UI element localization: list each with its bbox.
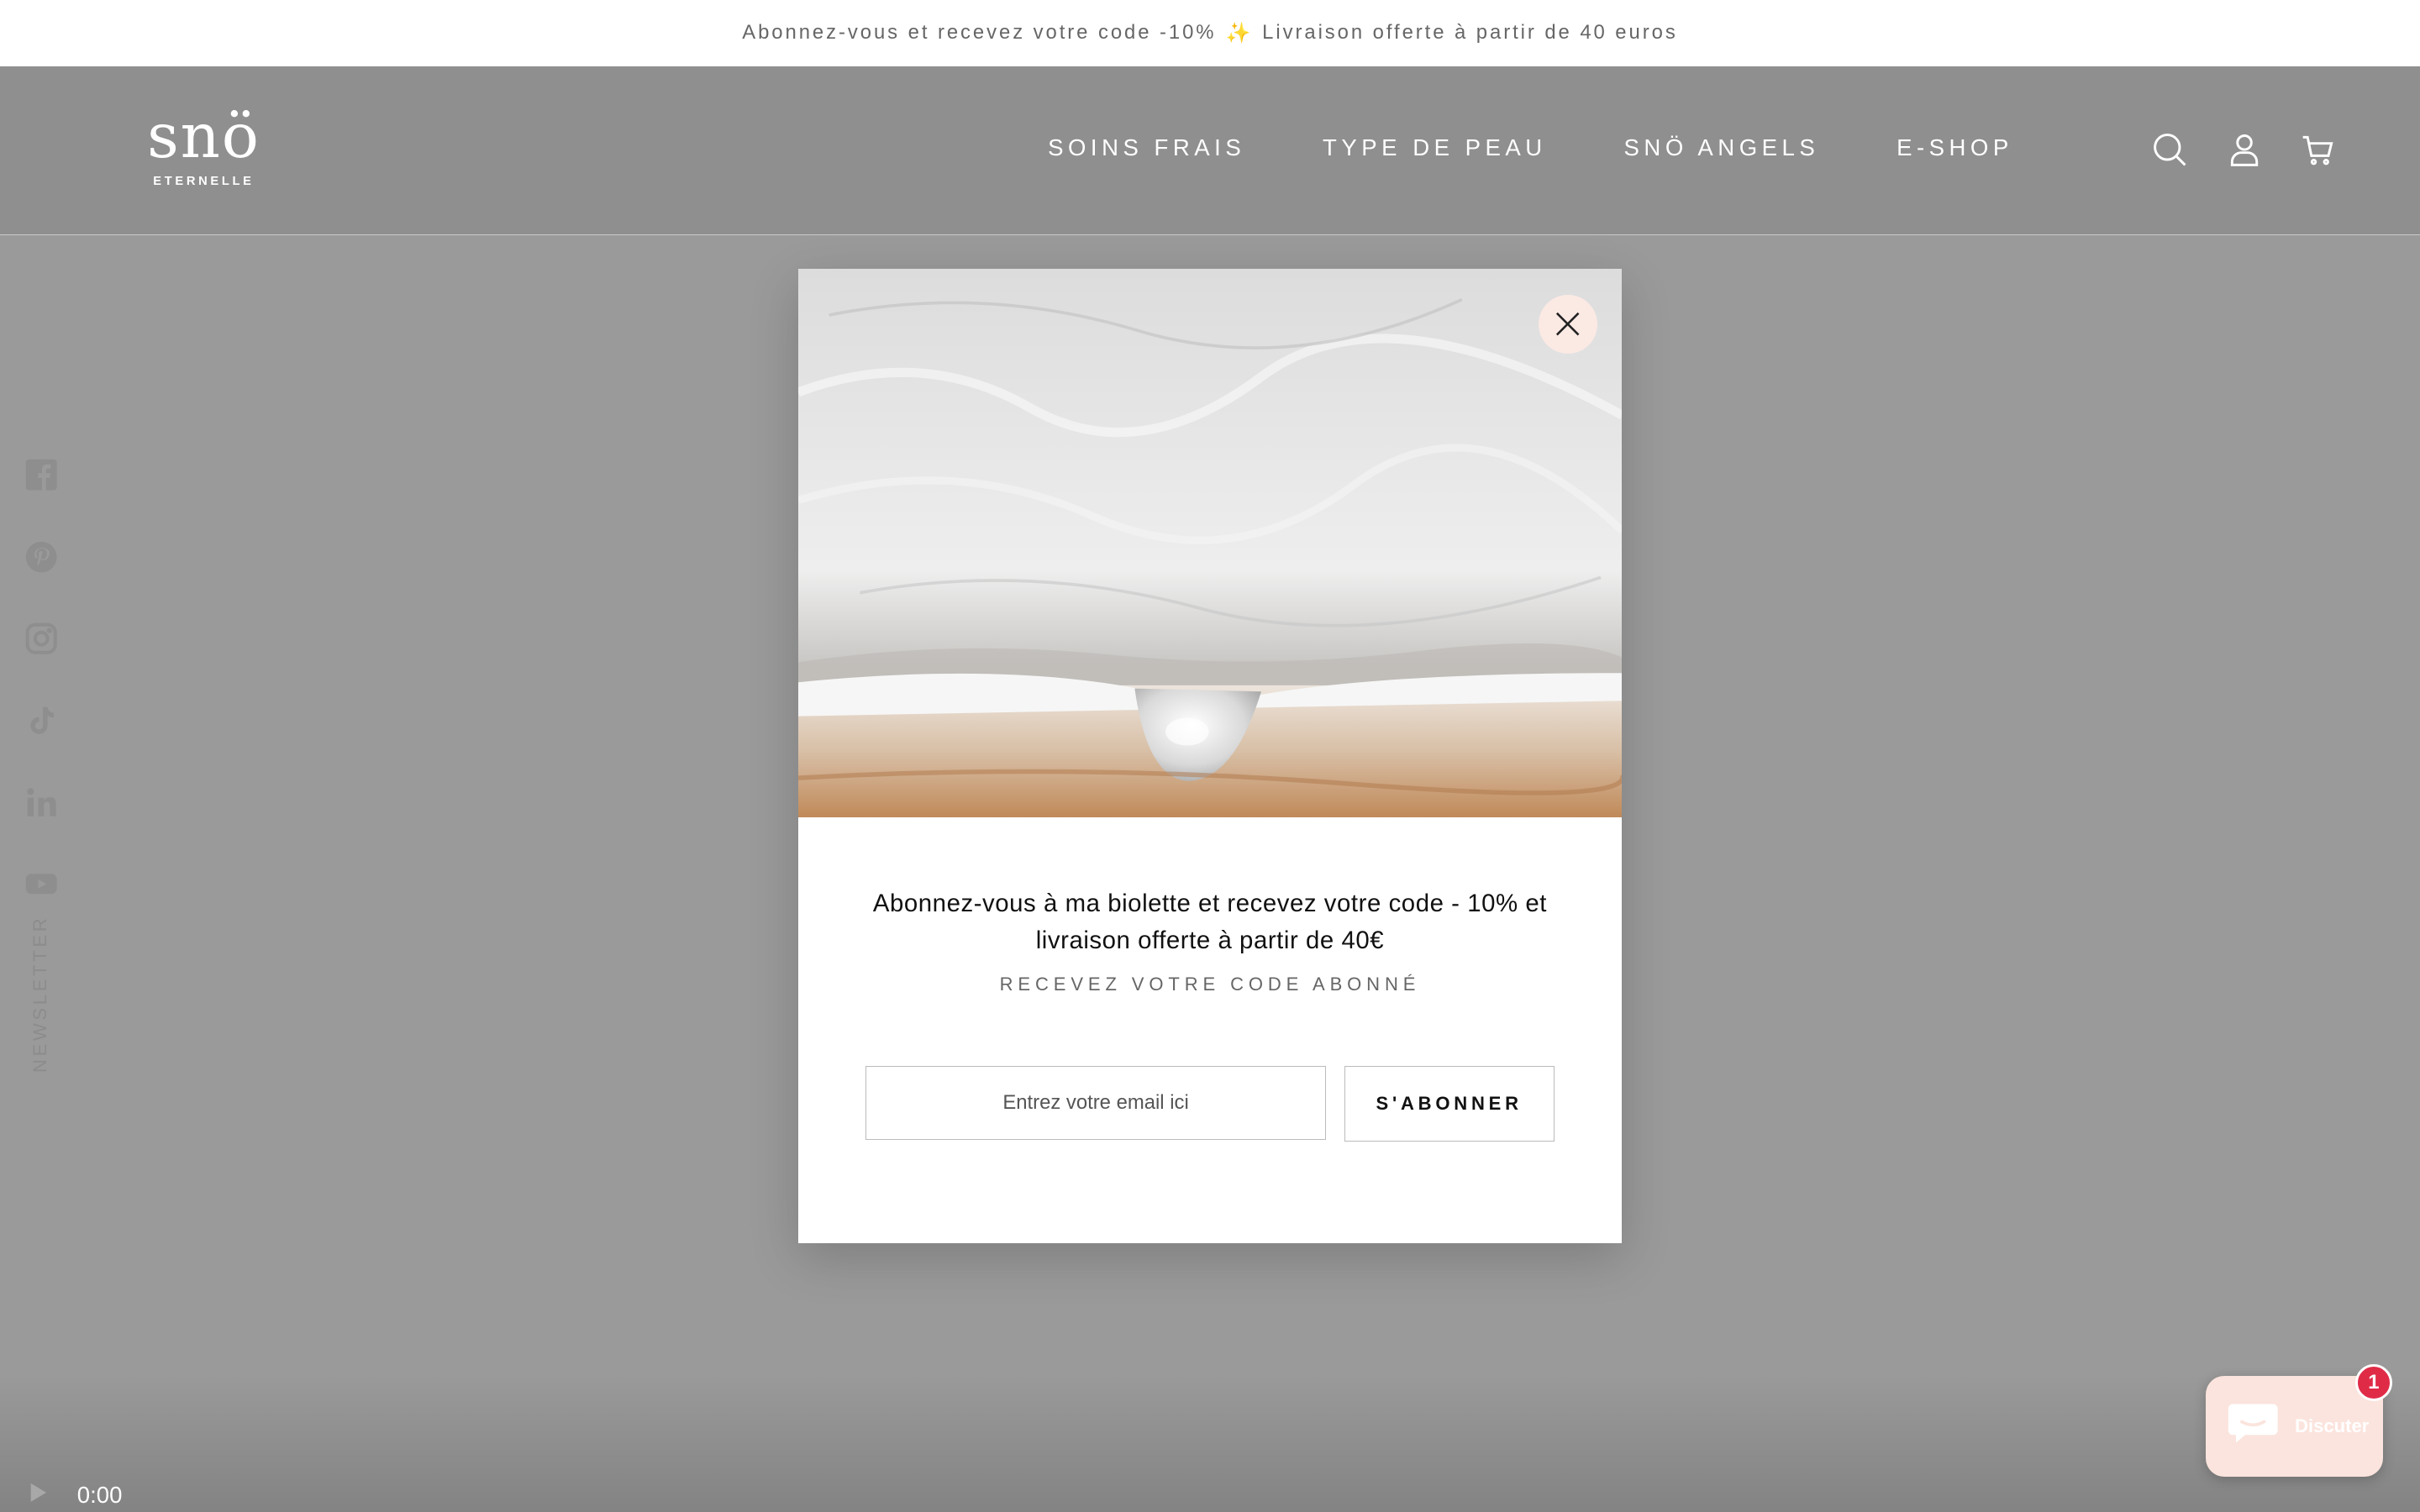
search-icon[interactable]	[2151, 131, 2188, 168]
newsletter-vertical-tab[interactable]: NEWSLETTER	[29, 915, 51, 1072]
nav-item-type-de-peau[interactable]: TYPE DE PEAU	[1323, 134, 1547, 161]
popup-headline: Abonnez-vous à ma biolette et recevez vo…	[872, 890, 1547, 955]
popup-subheading: RECEVEZ VOTRE CODE ABONNÉ	[999, 973, 1421, 995]
main-nav: SOINS FRAIS TYPE DE PEAU SNÖ ANGELS E-SH…	[1048, 134, 2013, 161]
youtube-icon[interactable]	[24, 867, 58, 900]
instagram-icon[interactable]	[24, 622, 58, 655]
nav-item-soins-frais[interactable]: SOINS FRAIS	[1048, 134, 1245, 161]
brand-tagline: ETERNELLE	[153, 174, 255, 188]
site-header: snö ETERNELLE SOINS FRAIS TYPE DE PEAU S…	[0, 66, 2420, 236]
nav-item-e-shop[interactable]: E-SHOP	[1897, 134, 2013, 161]
video-shade	[0, 1373, 2420, 1512]
popup-close-button[interactable]	[1539, 294, 1597, 354]
pinterest-icon[interactable]	[24, 540, 58, 574]
facebook-icon[interactable]	[24, 458, 58, 491]
nav-item-sno-angels[interactable]: SNÖ ANGELS	[1624, 134, 1820, 161]
announcement-bar: Abonnez-vous et recevez votre code -10% …	[0, 0, 2420, 66]
sparkle-icon: ✨	[1225, 21, 1254, 45]
chat-notification-badge: 1	[2354, 1363, 2392, 1401]
header-actions	[2151, 131, 2336, 168]
announcement-text-1: Abonnez-vous et recevez votre code -10%	[742, 21, 1217, 45]
brand-logo[interactable]: snö ETERNELLE	[129, 101, 277, 196]
brand-wordmark: snö	[147, 101, 260, 173]
newsletter-popup: Abonnez-vous à ma biolette et recevez vo…	[797, 268, 1623, 1244]
social-links	[24, 458, 58, 948]
close-icon	[1556, 312, 1580, 336]
chat-button[interactable]: Discuter 1	[2205, 1363, 2392, 1477]
tiktok-icon[interactable]	[24, 704, 58, 738]
play-icon[interactable]	[28, 1481, 50, 1509]
subscribe-button[interactable]: S'ABONNER	[1344, 1066, 1555, 1142]
announcement-text-2: Livraison offerte à partir de 40 euros	[1262, 21, 1678, 45]
account-icon[interactable]	[2226, 131, 2263, 168]
popup-image	[797, 268, 1623, 818]
chat-bubble-icon	[2227, 1399, 2279, 1452]
chat-label: Discuter	[2295, 1415, 2370, 1437]
video-time: 0:00	[76, 1482, 123, 1509]
email-field[interactable]	[865, 1066, 1326, 1141]
cart-icon[interactable]	[2300, 131, 2337, 168]
linkedin-icon[interactable]	[24, 785, 58, 819]
video-player-controls: 0:00	[28, 1481, 122, 1509]
